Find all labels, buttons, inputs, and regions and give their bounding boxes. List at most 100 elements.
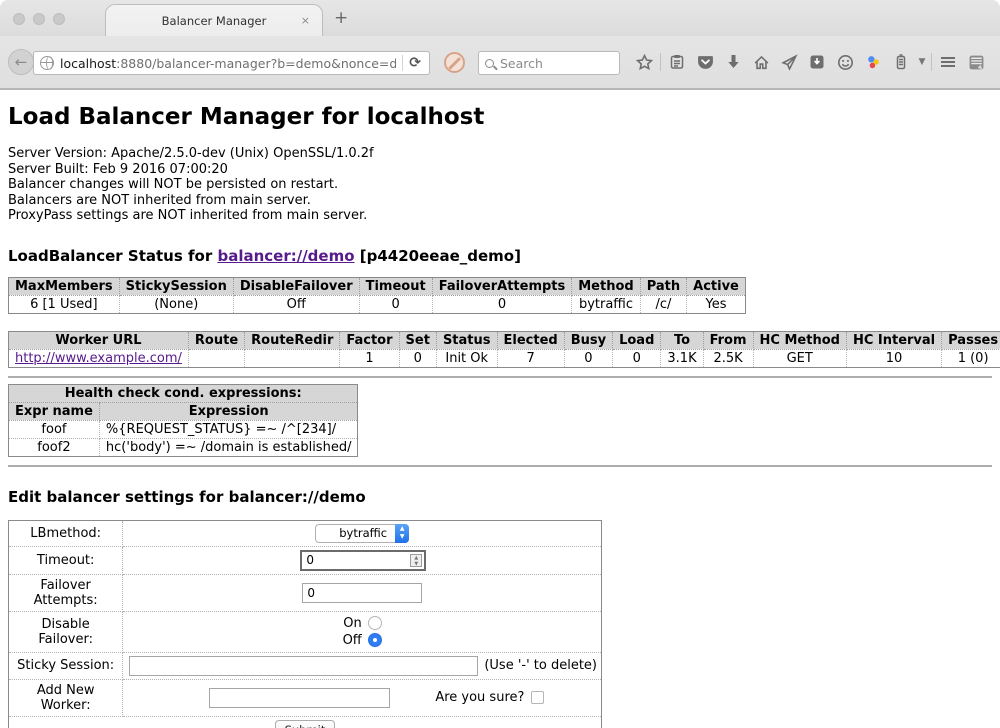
lbmethod-select[interactable]: bytraffic ▲▼ [315, 524, 409, 543]
cell-routeredir [245, 349, 340, 367]
pocket-icon[interactable] [691, 49, 719, 75]
adblock-icon[interactable] [444, 52, 465, 73]
add-worker-cell: Are you sure? [123, 679, 602, 716]
cell-method: bytraffic [572, 295, 640, 313]
cell-route [188, 349, 244, 367]
col-maxmembers: MaxMembers [9, 277, 120, 295]
are-you-sure-label: Are you sure? [435, 690, 524, 705]
cell-disablefailover: Off [233, 295, 359, 313]
col-from: From [703, 331, 753, 349]
cell-load: 0 [613, 349, 661, 367]
screenshot-grid-icon[interactable] [962, 49, 990, 75]
disable-failover-off-radio[interactable] [368, 633, 382, 647]
search-bar[interactable] [478, 51, 620, 75]
tab-title: Balancer Manager [162, 14, 267, 28]
cell-expression: %{REQUEST_STATUS} =~ /^[234]/ [99, 420, 358, 438]
col-busy: Busy [564, 331, 612, 349]
balancer-settings-form: LBmethod: bytraffic ▲▼ Timeout: ▲▼ Failo… [8, 520, 602, 728]
section-divider [8, 465, 992, 467]
server-info: Server Version: Apache/2.5.0-dev (Unix) … [8, 146, 992, 224]
col-to: To [661, 331, 703, 349]
server-built: Server Built: Feb 9 2016 07:00:20 [8, 162, 992, 178]
disable-failover-cell: On Off [123, 611, 602, 652]
col-status: Status [436, 331, 497, 349]
worker-url-link[interactable]: http://www.example.com/ [15, 351, 182, 366]
home-icon[interactable] [747, 49, 775, 75]
tab-balancer-manager[interactable]: Balancer Manager × [105, 4, 323, 36]
cell-maxmembers: 6 [1 Used] [9, 295, 120, 313]
url-path: :8880/balancer-manager?b=demo&nonce=decc… [116, 56, 396, 71]
new-tab-button[interactable]: + [334, 10, 348, 27]
bookmarks-clipboard-icon[interactable] [663, 49, 691, 75]
download-icon[interactable] [719, 49, 747, 75]
tab-bar: Balancer Manager × + [0, 0, 1000, 36]
search-input[interactable] [500, 56, 600, 71]
worker-row: http://www.example.com/ 1 0 Init Ok 7 0 … [9, 349, 1000, 367]
timeout-label: Timeout: [9, 546, 123, 574]
form-row-failover-attempts: Failover Attempts: [9, 574, 602, 611]
container-battery-icon[interactable] [887, 49, 915, 75]
bookmark-star-icon[interactable] [630, 49, 658, 75]
are-you-sure-checkbox[interactable] [531, 691, 544, 704]
number-spinner-icon[interactable]: ▲▼ [410, 554, 422, 567]
cell-expr-name: foof2 [9, 438, 100, 456]
zoom-window-icon[interactable] [53, 13, 65, 25]
toolbar-icons: ▼ [630, 49, 990, 75]
col-timeout: Timeout [359, 277, 432, 295]
table-header-row: Expr name Expression [9, 402, 358, 420]
loadbalancer-status-heading: LoadBalancer Status for balancer://demo … [8, 247, 992, 265]
close-window-icon[interactable] [13, 13, 25, 25]
page-content: Load Balancer Manager for localhost Serv… [0, 90, 1000, 728]
sticky-session-cell: (Use '-' to delete) [123, 652, 602, 679]
col-expr-name: Expr name [9, 402, 100, 420]
extension-dots-icon[interactable] [859, 49, 887, 75]
add-worker-input[interactable] [209, 688, 390, 708]
url-host: localhost [60, 56, 116, 71]
menu-hamburger-icon[interactable] [934, 49, 962, 75]
cell-path: /c/ [640, 295, 686, 313]
col-path: Path [640, 277, 686, 295]
cell-factor: 1 [340, 349, 399, 367]
col-route: Route [188, 331, 244, 349]
feedback-smiley-icon[interactable] [831, 49, 859, 75]
url-text: localhost:8880/balancer-manager?b=demo&n… [60, 56, 396, 71]
col-stickysession: StickySession [119, 277, 233, 295]
chevron-down-icon[interactable]: ▼ [915, 57, 929, 67]
form-row-sticky-session: Sticky Session: (Use '-' to delete) [9, 652, 602, 679]
browser-chrome: Balancer Manager × + ← localhost:8880/ba… [0, 0, 1000, 90]
cell-expr-name: foof [9, 420, 100, 438]
window-controls [13, 13, 65, 25]
submit-cell: Submit [9, 716, 602, 728]
toolbar-divider [660, 53, 661, 71]
save-to-device-icon[interactable] [803, 49, 831, 75]
back-button[interactable]: ← [8, 49, 34, 75]
sticky-session-label: Sticky Session: [9, 652, 123, 679]
cell-busy: 0 [564, 349, 612, 367]
disable-failover-on-radio[interactable] [368, 616, 382, 630]
submit-button[interactable]: Submit [275, 720, 336, 728]
col-load: Load [613, 331, 661, 349]
balancer-demo-link[interactable]: balancer://demo [217, 247, 354, 265]
col-active: Active [687, 277, 746, 295]
timeout-cell: ▲▼ [123, 546, 602, 574]
status-heading-prefix: LoadBalancer Status for [8, 247, 217, 265]
form-row-submit: Submit [9, 716, 602, 728]
tab-close-icon[interactable]: × [301, 14, 310, 27]
edit-settings-heading: Edit balancer settings for balancer://de… [8, 488, 992, 506]
cell-to: 3.1K [661, 349, 703, 367]
cell-passes: 1 (0) [942, 349, 1000, 367]
timeout-input[interactable] [300, 550, 426, 571]
failover-attempts-input[interactable] [302, 583, 422, 603]
radio-on-label: On [343, 616, 361, 631]
send-plane-icon[interactable] [775, 49, 803, 75]
reload-icon[interactable]: ⟳ [409, 55, 421, 71]
globe-icon [40, 56, 54, 70]
url-bar[interactable]: localhost:8880/balancer-manager?b=demo&n… [33, 51, 430, 75]
health-row: foof2 hc('body') =~ /domain is establish… [9, 438, 358, 456]
sticky-session-input[interactable] [129, 656, 478, 676]
cell-timeout: 0 [359, 295, 432, 313]
form-row-disable-failover: Disable Failover: On Off [9, 611, 602, 652]
form-row-timeout: Timeout: ▲▼ [9, 546, 602, 574]
col-disablefailover: DisableFailover [233, 277, 359, 295]
minimize-window-icon[interactable] [33, 13, 45, 25]
